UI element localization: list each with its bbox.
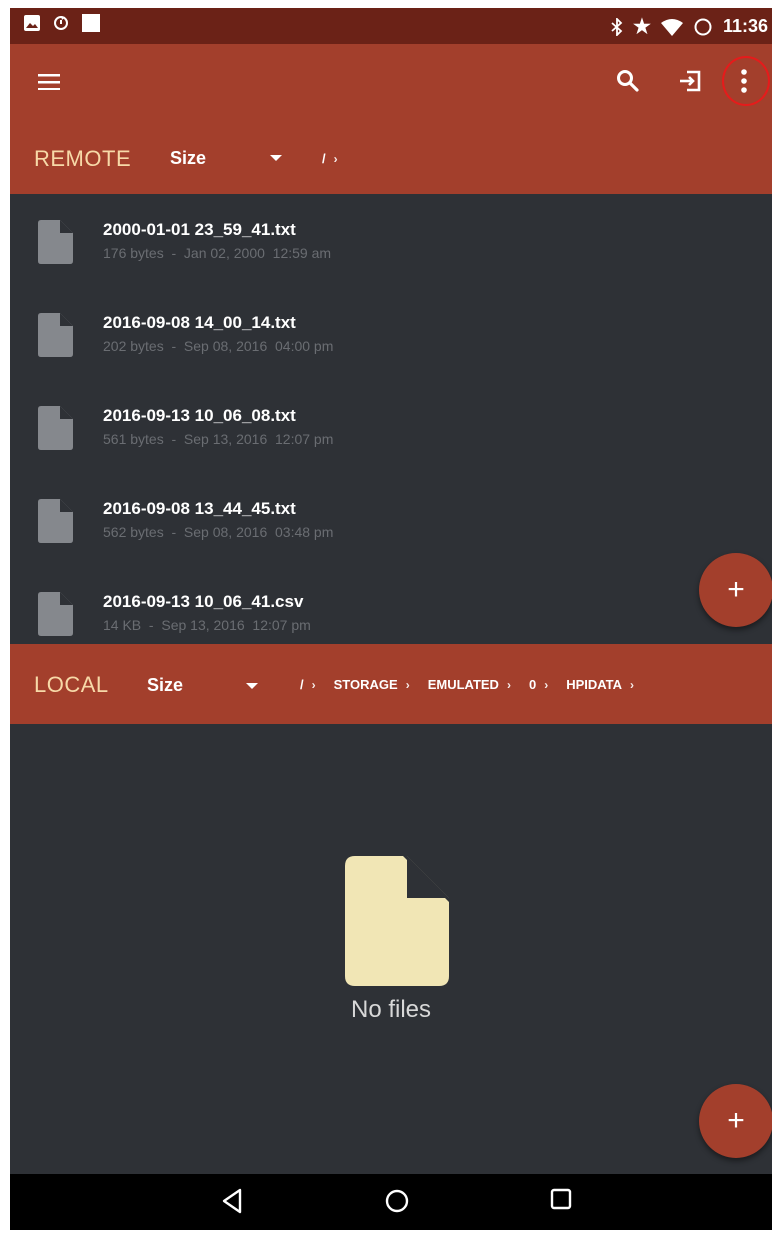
breadcrumb-item[interactable]: / › [322,151,356,166]
file-icon [38,220,73,264]
remote-file-list: 2000-01-01 23_59_41.txt 176 bytes - Jan … [10,194,772,644]
recents-icon[interactable] [550,1188,572,1210]
back-icon[interactable] [221,1188,243,1214]
list-item[interactable]: 2000-01-01 23_59_41.txt 176 bytes - Jan … [10,194,772,287]
list-item[interactable]: 2016-09-08 14_00_14.txt 202 bytes - Sep … [10,287,772,380]
status-bar: ★ 11:36 [10,8,772,44]
chevron-right-icon: › [405,677,410,692]
menu-icon[interactable] [38,74,60,90]
list-item[interactable]: 2016-09-13 10_06_08.txt 561 bytes - Sep … [10,380,772,473]
breadcrumb-item[interactable]: STORAGE › [334,677,428,692]
star-icon: ★ [633,16,651,38]
search-icon[interactable] [616,69,640,93]
add-local-button[interactable]: + [699,1084,772,1158]
chevron-down-icon[interactable] [246,683,258,689]
sort-selector[interactable]: Size [147,675,183,696]
navigation-bar [10,1174,772,1230]
wifi-icon [660,18,683,36]
file-name: 2000-01-01 23_59_41.txt [103,220,296,239]
file-meta: 202 bytes - Sep 08, 2016 04:00 pm [103,338,334,354]
file-name: 2016-09-08 13_44_45.txt [103,499,296,518]
chevron-right-icon: › [311,677,316,692]
square-notification-icon [82,14,100,32]
bluetooth-icon [611,17,623,36]
chevron-right-icon: › [630,677,635,692]
breadcrumb: / › [322,151,356,166]
file-name: 2016-09-13 10_06_08.txt [103,406,296,425]
file-meta: 562 bytes - Sep 08, 2016 03:48 pm [103,524,334,540]
empty-state-text: No files [350,996,432,1023]
screen: ★ 11:36 REMOTE Size / › 2000-01-01 23_59_… [10,8,772,1230]
file-icon [38,313,73,357]
file-icon [38,406,73,450]
list-item[interactable]: 2016-09-08 13_44_45.txt 562 bytes - Sep … [10,473,772,566]
pane-label-remote: REMOTE [34,146,132,171]
file-meta: 14 KB - Sep 13, 2016 12:07 pm [103,617,311,633]
highlight-circle [722,56,770,106]
chevron-right-icon: › [506,677,511,692]
chevron-right-icon: › [544,677,549,692]
breadcrumb: / › STORAGE › EMULATED › 0 › HPIDATA › [300,677,652,692]
app-bar [10,44,772,122]
sync-icon [54,16,68,30]
file-name: 2016-09-08 14_00_14.txt [103,313,296,332]
file-meta: 561 bytes - Sep 13, 2016 12:07 pm [103,431,334,447]
breadcrumb-item[interactable]: / › [300,677,334,692]
home-icon[interactable] [384,1188,410,1214]
battery-icon [694,18,712,35]
empty-file-icon [345,856,449,986]
file-icon [38,592,73,636]
file-name: 2016-09-13 10_06_41.csv [103,592,304,611]
file-meta: 176 bytes - Jan 02, 2000 12:59 am [103,245,332,261]
chevron-down-icon[interactable] [270,155,282,161]
pane-label-local: LOCAL [34,672,109,697]
exit-icon[interactable] [678,69,702,93]
breadcrumb-item[interactable]: EMULATED › [428,677,529,692]
remote-header: REMOTE Size / › [10,122,772,194]
file-icon [38,499,73,543]
list-item[interactable]: 2016-09-13 10_06_41.csv 14 KB - Sep 13, … [10,566,772,644]
sort-selector[interactable]: Size [170,148,206,169]
breadcrumb-item[interactable]: 0 › [529,677,566,692]
status-time: 11:36 [722,16,768,36]
chevron-right-icon: › [333,151,338,166]
local-header: LOCAL Size / › STORAGE › EMULATED › 0 › HPID… [10,644,772,724]
image-icon [24,15,40,31]
add-remote-button[interactable]: + [699,553,772,627]
breadcrumb-item[interactable]: HPIDATA › [566,677,652,692]
